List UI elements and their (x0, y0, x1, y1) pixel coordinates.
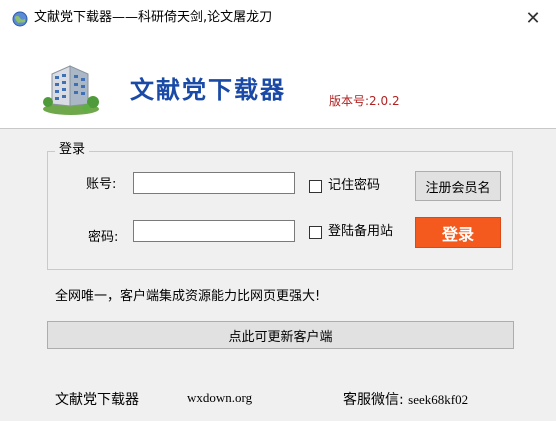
close-button[interactable]: ✕ (510, 0, 556, 36)
close-icon: ✕ (525, 7, 541, 29)
update-client-button[interactable]: 点此可更新客户端 (47, 321, 514, 349)
customer-service-label: 客服微信: (343, 392, 404, 408)
app-window: 文献党下载器——科研倚天剑,论文屠龙刀 ✕ 文献党下载器 版本号:2.0.2 登… (0, 0, 556, 421)
globe-icon (12, 11, 28, 27)
login-button[interactable]: 登录 (415, 217, 501, 248)
title-bar: 文献党下载器——科研倚天剑,论文屠龙刀 ✕ (0, 0, 556, 36)
backup-site-label: 登陆备用站 (328, 224, 394, 239)
version-label: 版本号:2.0.2 (329, 94, 400, 108)
register-button[interactable]: 注册会员名 (415, 171, 501, 201)
remember-password-label: 记住密码 (328, 178, 381, 193)
window-title: 文献党下载器——科研倚天剑,论文屠龙刀 (34, 10, 273, 25)
backup-site-checkbox[interactable] (309, 226, 322, 239)
building-logo-icon (43, 65, 99, 115)
app-name-title: 文献党下载器 (130, 76, 286, 104)
password-label: 密码: (88, 230, 119, 245)
account-input[interactable] (133, 172, 295, 194)
footer-website: wxdown.org (187, 390, 253, 405)
slogan-text: 全网唯一，客户端集成资源能力比网页更强大! (55, 289, 321, 304)
footer-app-name: 文献党下载器 (55, 392, 139, 408)
password-input[interactable] (133, 220, 295, 242)
remember-password-checkbox[interactable] (309, 180, 322, 193)
customer-service-id: seek68kf02 (408, 392, 469, 407)
login-group (47, 151, 513, 270)
customer-service: 客服微信: seek68kf02 (343, 389, 468, 409)
account-label: 账号: (86, 177, 117, 192)
header-banner: 文献党下载器 版本号:2.0.2 (0, 36, 556, 129)
login-group-label: 登录 (55, 142, 90, 158)
